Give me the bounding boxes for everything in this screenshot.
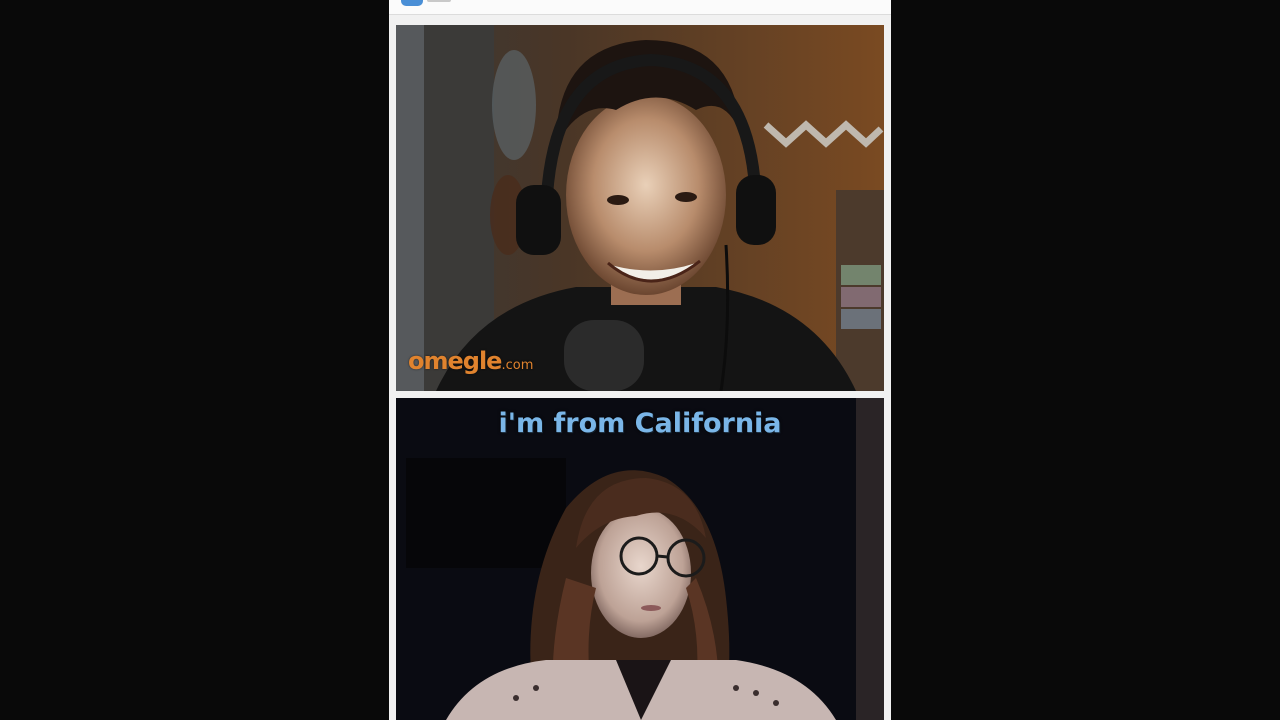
self-video-image	[396, 398, 884, 720]
self-video-feed: i'm from California	[396, 398, 884, 720]
watermark-brand: omegle	[408, 347, 502, 375]
screen: omegle.com i'm from California	[0, 0, 1280, 720]
stranger-video-image	[396, 25, 884, 391]
omegle-watermark: omegle.com	[408, 347, 533, 375]
stranger-video-feed: omegle.com	[396, 25, 884, 391]
video-caption: i'm from California	[498, 408, 782, 439]
watermark-suffix: .com	[501, 358, 534, 373]
omegle-logo-icon	[401, 0, 451, 6]
chat-window: omegle.com i'm from California	[389, 0, 891, 720]
top-header	[389, 0, 891, 15]
